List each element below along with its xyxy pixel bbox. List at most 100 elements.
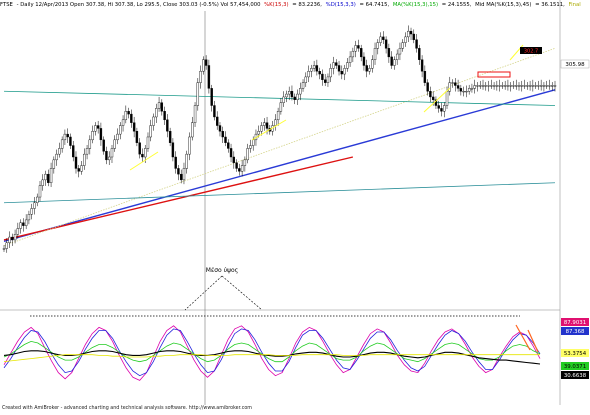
- mid-height-label: Μέσο ύψος: [206, 267, 238, 274]
- candle-body: [404, 36, 407, 43]
- candle-body: [495, 85, 499, 87]
- candle-body: [431, 96, 435, 101]
- yellow-arrow: [129, 151, 159, 171]
- candle-body: [168, 131, 172, 143]
- candle-body: [348, 56, 352, 63]
- candle-body: [124, 111, 128, 121]
- candle-body: [312, 65, 316, 69]
- candle-body: [138, 142, 141, 155]
- candle-body: [224, 136, 227, 143]
- candle-body: [323, 79, 327, 83]
- candle-body: [304, 76, 308, 83]
- candle-body: [368, 68, 371, 72]
- candle-body: [343, 68, 346, 75]
- candle-body: [437, 105, 440, 109]
- candle-body: [49, 168, 53, 183]
- candle-body: [362, 56, 366, 66]
- candle-body: [520, 85, 523, 87]
- candle-body: [285, 93, 288, 98]
- candle-body: [74, 156, 78, 169]
- candle-body: [240, 165, 244, 172]
- osc-v3: 53.3754: [564, 351, 587, 357]
- candle-body: [462, 91, 465, 93]
- candle-body: [72, 145, 75, 158]
- candle-body: [166, 119, 169, 132]
- candle-body: [359, 48, 363, 58]
- candle-body: [454, 82, 457, 86]
- candle-body: [232, 156, 236, 163]
- candle-body: [501, 85, 504, 87]
- candle-body: [155, 108, 158, 118]
- candle-body: [299, 88, 302, 95]
- candle-body: [13, 234, 17, 241]
- candle-body: [191, 122, 194, 138]
- candle-body: [371, 59, 374, 69]
- candle-body: [27, 213, 31, 221]
- candle-body: [479, 85, 482, 87]
- candle-body: [329, 68, 332, 78]
- candle-body: [476, 85, 479, 87]
- candle-body: [177, 168, 180, 175]
- candle-body: [492, 85, 496, 87]
- candle-body: [287, 91, 291, 95]
- candle-body: [130, 113, 133, 123]
- candle-body: [5, 242, 8, 249]
- candle-body: [202, 59, 205, 72]
- candle-body: [144, 148, 147, 158]
- osc-v2: 87.368: [566, 329, 585, 335]
- candle-body: [528, 85, 532, 87]
- candle-body: [171, 142, 175, 158]
- candle-body: [77, 168, 80, 172]
- candle-body: [423, 70, 427, 83]
- candle-body: [146, 136, 150, 149]
- candle-body: [238, 168, 241, 172]
- candle-body: [44, 173, 47, 181]
- candle-body: [41, 179, 44, 186]
- candle-body: [157, 102, 161, 109]
- candle-body: [135, 131, 139, 143]
- candle-body: [196, 82, 200, 106]
- candle-body: [407, 30, 410, 38]
- candle-body: [340, 70, 343, 75]
- candle-body: [257, 131, 260, 135]
- candle-body: [132, 122, 136, 132]
- candle-body: [293, 96, 296, 101]
- candle-body: [113, 139, 116, 149]
- candle-body: [335, 62, 338, 66]
- osc-v4: 39.0371: [564, 364, 586, 370]
- candle-body: [221, 131, 224, 138]
- candle-body: [152, 116, 155, 126]
- candle-body: [553, 85, 557, 87]
- candle-body: [373, 48, 377, 60]
- candle-body: [276, 111, 280, 121]
- candle-body: [542, 85, 546, 87]
- candle-body: [235, 162, 238, 169]
- oscillator-line-mid-ma: [3, 350, 541, 365]
- candle-body: [296, 93, 299, 101]
- candle-body: [490, 85, 493, 87]
- candle-body: [33, 202, 36, 209]
- candle-body: [94, 125, 97, 132]
- candle-body: [180, 173, 183, 181]
- candle-body: [91, 131, 94, 141]
- candle-body: [409, 30, 413, 35]
- candle-body: [108, 156, 111, 161]
- candle-body: [537, 85, 540, 87]
- candle-body: [321, 73, 324, 80]
- candle-body: [515, 85, 518, 87]
- candle-body: [199, 70, 202, 83]
- candle-body: [393, 59, 396, 66]
- candle-body: [545, 85, 548, 87]
- candle-body: [376, 42, 379, 49]
- candle-body: [332, 62, 335, 69]
- trendline-teal-lower: [3, 182, 556, 204]
- osc-v1: 87.9031: [564, 320, 586, 326]
- candle-body: [8, 236, 11, 244]
- candle-body: [531, 85, 535, 87]
- candle-body: [282, 96, 285, 103]
- candle-body: [307, 70, 310, 78]
- candle-body: [354, 45, 357, 52]
- candle-body: [119, 125, 122, 135]
- candle-body: [415, 39, 418, 49]
- candle-body: [365, 65, 368, 72]
